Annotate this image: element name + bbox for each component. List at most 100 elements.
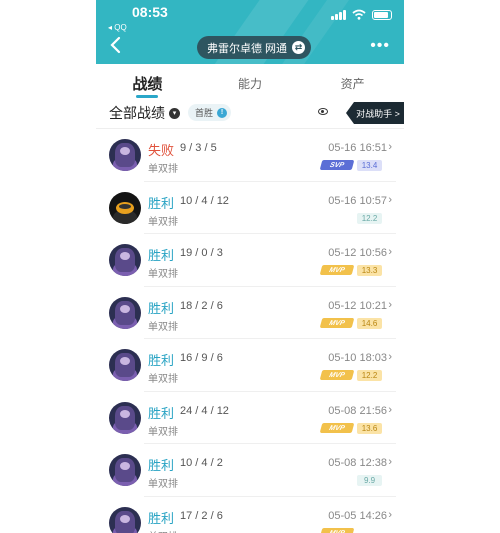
- first-win-badge[interactable]: 首胜 !: [188, 104, 232, 121]
- match-mode: 单双排: [148, 528, 178, 533]
- match-score: 14.6: [357, 317, 382, 329]
- match-score: 9.9: [357, 475, 382, 486]
- match-kda: 10 / 4 / 12: [180, 194, 229, 207]
- swap-icon: ⇄: [292, 41, 306, 54]
- back-arrow-icon[interactable]: [106, 35, 126, 55]
- match-row[interactable]: 胜利 16 / 9 / 6 单双排 05-10 18:03 › MVP 12.2: [96, 339, 404, 392]
- tab-bar: 战绩 能力 资产: [96, 64, 404, 100]
- chevron-right-icon: ›: [388, 508, 392, 521]
- tab-ability-label: 能力: [238, 77, 263, 91]
- match-date: 05-16 10:57: [328, 194, 387, 207]
- more-options-icon[interactable]: •••: [370, 38, 390, 54]
- match-row[interactable]: 胜利 24 / 4 / 12 单双排 05-08 21:56 › MVP 13.6: [96, 392, 404, 445]
- eye-icon[interactable]: [318, 108, 328, 115]
- match-result: 胜利: [148, 510, 175, 526]
- match-result: 胜利: [148, 300, 175, 316]
- match-result: 胜利: [148, 248, 175, 263]
- chevron-right-icon: ›: [388, 456, 392, 468]
- match-date: 05-12 10:21: [328, 299, 387, 312]
- champion-avatar: [109, 296, 141, 329]
- chevron-right-icon: ›: [388, 246, 392, 258]
- status-icons: [331, 9, 392, 20]
- match-mode: 单双排: [148, 216, 178, 228]
- chevron-down-icon: ▾: [169, 107, 180, 119]
- match-list: 失败 9 / 3 / 5 单双排 05-16 16:51 › SVP 13.4 胜利 10 / …: [96, 129, 404, 533]
- tab-assets[interactable]: 资产: [301, 64, 404, 100]
- match-date: 05-10 18:03: [328, 352, 387, 364]
- match-mode: 单双排: [148, 374, 178, 385]
- mvp-badge: MVP: [319, 422, 355, 433]
- champion-avatar: [109, 401, 141, 434]
- header-bar: 08:53 ◂ QQ 弗雷尔卓德 网通 ⇄ •••: [96, 0, 404, 64]
- match-row[interactable]: 胜利 10 / 4 / 2 单双排 05-08 12:38 › 9.9: [96, 444, 404, 497]
- match-score: 12.2: [357, 370, 382, 381]
- server-title: 弗雷尔卓德 网通: [207, 42, 288, 55]
- tab-assets-label: 资产: [340, 77, 365, 91]
- first-win-label: 首胜: [195, 108, 214, 118]
- tab-active-indicator: [136, 95, 159, 98]
- app-screen: 08:53 ◂ QQ 弗雷尔卓德 网通 ⇄ ••• 战绩 能力 资产 全部战绩 …: [96, 0, 404, 533]
- champion-avatar: [109, 139, 141, 171]
- match-kda: 24 / 4 / 12: [180, 404, 229, 417]
- info-icon: !: [217, 107, 228, 118]
- filter-label: 全部战绩: [109, 105, 165, 121]
- match-kda: 16 / 9 / 6: [180, 352, 223, 364]
- chevron-right-icon: ›: [388, 193, 392, 206]
- match-kda: 17 / 2 / 6: [180, 509, 223, 522]
- match-result: 失败: [148, 143, 175, 158]
- tab-ability[interactable]: 能力: [199, 64, 302, 100]
- match-date: 05-12 10:56: [328, 247, 387, 259]
- match-date: 05-08 21:56: [328, 404, 387, 417]
- match-result: 胜利: [148, 458, 175, 473]
- champion-avatar: [109, 454, 141, 486]
- status-time: 08:53: [132, 4, 168, 20]
- match-score: 13.6: [357, 422, 382, 434]
- champion-avatar: [109, 349, 141, 381]
- match-row[interactable]: 胜利 19 / 0 / 3 单双排 05-12 10:56 › MVP 13.3: [96, 234, 404, 287]
- battery-icon: [372, 10, 392, 20]
- match-row[interactable]: 胜利 10 / 4 / 12 单双排 05-16 10:57 › 12.2: [96, 182, 404, 235]
- match-result: 胜利: [148, 405, 175, 421]
- filter-row: 全部战绩 ▾ 首胜 ! 对战助手 >: [96, 100, 404, 128]
- match-score: 13.3: [357, 265, 382, 276]
- chevron-right-icon: ›: [388, 141, 392, 153]
- champion-avatar: [109, 244, 141, 276]
- mvp-badge: SVP: [319, 160, 355, 170]
- match-result: 胜利: [148, 195, 175, 211]
- match-date: 05-16 16:51: [328, 142, 387, 154]
- match-kda: 18 / 2 / 6: [180, 299, 223, 312]
- tab-records-label: 战绩: [132, 76, 163, 93]
- wifi-icon: [352, 9, 366, 20]
- match-mode: 单双排: [148, 269, 178, 280]
- match-mode: 单双排: [148, 321, 178, 333]
- match-kda: 9 / 3 / 5: [180, 142, 217, 154]
- chevron-right-icon: ›: [388, 298, 392, 311]
- match-kda: 19 / 0 / 3: [180, 247, 223, 259]
- records-filter-dropdown[interactable]: 全部战绩 ▾: [109, 103, 180, 123]
- match-date: 05-08 12:38: [328, 457, 387, 469]
- match-score: 13.4: [357, 160, 382, 171]
- server-switcher[interactable]: 弗雷尔卓德 网通 ⇄: [197, 36, 312, 59]
- signal-icon: [331, 10, 346, 20]
- match-result: 胜利: [148, 353, 175, 368]
- champion-avatar: [109, 506, 141, 533]
- champion-avatar: [109, 191, 141, 224]
- chevron-right-icon: ›: [388, 351, 392, 363]
- match-row[interactable]: 失败 9 / 3 / 5 单双排 05-16 16:51 › SVP 13.4: [96, 129, 404, 182]
- match-mode: 单双排: [148, 164, 178, 175]
- match-kda: 10 / 4 / 2: [180, 457, 223, 469]
- back-to-app-link[interactable]: ◂ QQ: [108, 23, 127, 32]
- mvp-badge: MVP: [319, 527, 355, 533]
- match-mode: 单双排: [148, 426, 178, 438]
- match-mode: 单双排: [148, 479, 178, 490]
- mvp-badge: MVP: [319, 265, 355, 275]
- tab-records[interactable]: 战绩: [96, 64, 199, 100]
- match-row[interactable]: 胜利 17 / 2 / 6 单双排 05-05 14:26› MVP: [96, 497, 404, 533]
- battle-assistant-button[interactable]: 对战助手 >: [346, 102, 404, 124]
- mvp-badge: MVP: [319, 317, 355, 328]
- match-date: 05-05 14:26: [328, 509, 387, 522]
- match-row[interactable]: 胜利 18 / 2 / 6 单双排 05-12 10:21 › MVP 14.6: [96, 287, 404, 340]
- match-score: 12.2: [357, 212, 382, 224]
- chevron-right-icon: ›: [388, 403, 392, 416]
- mvp-badge: MVP: [319, 370, 355, 380]
